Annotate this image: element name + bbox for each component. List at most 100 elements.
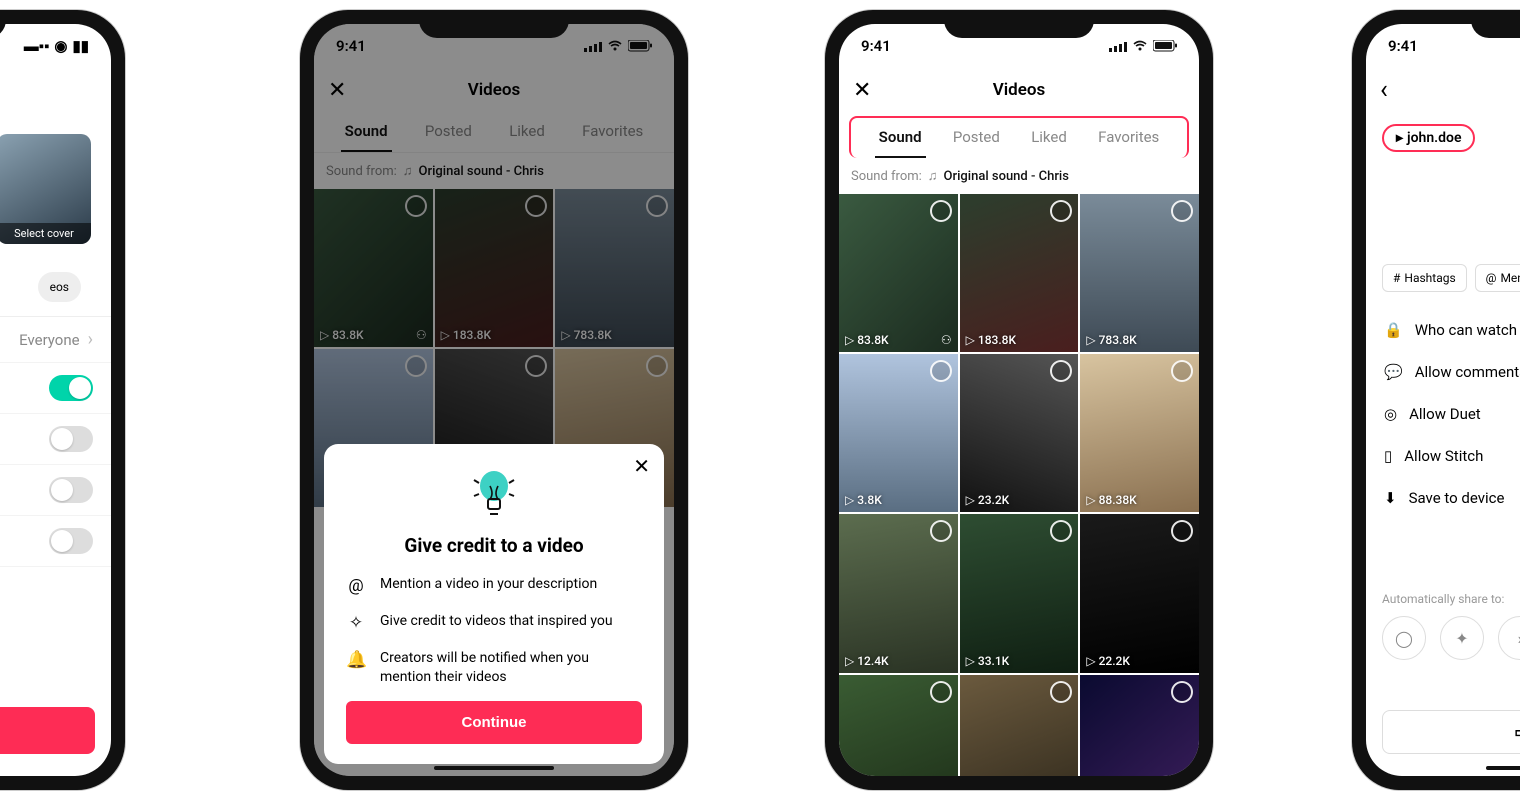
videos-chip[interactable]: eos <box>38 272 81 302</box>
video-cell[interactable]: ▷23.2K <box>960 354 1079 512</box>
sound-from-row: Sound from: ♫ Original sound - Chris <box>839 158 1199 194</box>
video-cell[interactable]: ▷783.8K <box>1080 194 1199 352</box>
duet-icon: ◎ <box>1384 405 1397 423</box>
phone-composer: ▬▪▪ ◉ ▮▮ Select cover eos o a video Ever… <box>0 10 125 790</box>
mention-icon: @ <box>346 575 366 598</box>
allow-comments-row[interactable]: 💬Allow comments <box>1366 351 1520 393</box>
drafts-icon: ▭ <box>1514 723 1520 741</box>
video-cell[interactable] <box>1080 675 1199 776</box>
close-icon[interactable]: ✕ <box>853 78 871 103</box>
continue-button[interactable]: Continue <box>346 701 642 744</box>
video-cell[interactable]: ▷22.2K <box>1080 514 1199 672</box>
sheet-line-1: Mention a video in your description <box>380 575 597 594</box>
phone-post-settings: 9:41 ‹ ▸john.doe # Hashtags @ Ment 🔒Who … <box>1352 10 1520 790</box>
stitch-icon: ▯ <box>1384 447 1392 465</box>
comment-icon: 💬 <box>1384 363 1403 381</box>
video-cell[interactable]: ▷88.38K <box>1080 354 1199 512</box>
play-icon: ▷ <box>1086 493 1095 507</box>
bell-icon: 🔔 <box>346 649 366 672</box>
music-note-icon: ♫ <box>928 168 938 184</box>
select-radio[interactable] <box>930 200 952 222</box>
signal-icon <box>1109 41 1127 52</box>
play-icon: ▷ <box>845 654 854 668</box>
battery-icon <box>1153 40 1177 52</box>
tab-sound[interactable]: Sound <box>875 118 926 158</box>
video-cell[interactable] <box>960 675 1079 776</box>
video-cell[interactable]: ▷33.1K <box>960 514 1079 672</box>
select-radio[interactable] <box>1171 681 1193 703</box>
page-title: Videos <box>993 80 1046 100</box>
play-icon: ▷ <box>966 493 975 507</box>
play-triangle-icon: ▸ <box>1396 130 1403 146</box>
select-radio[interactable] <box>1171 520 1193 542</box>
tab-favorites[interactable]: Favorites <box>1094 118 1163 158</box>
select-radio[interactable] <box>930 520 952 542</box>
select-radio[interactable] <box>1050 681 1072 703</box>
chevron-left-icon[interactable]: ‹ <box>1380 75 1388 105</box>
signal-icon: ▬▪▪ <box>24 37 50 55</box>
play-icon: ▷ <box>1086 654 1095 668</box>
toggle-row-2[interactable] <box>0 414 111 465</box>
sheet-line-2: Give credit to videos that inspired you <box>380 612 613 631</box>
share-label: Automatically share to: <box>1382 592 1504 606</box>
select-radio[interactable] <box>930 681 952 703</box>
videos-header: ✕ Videos <box>839 68 1199 112</box>
home-indicator <box>1486 766 1520 770</box>
allow-stitch-row[interactable]: ▯Allow Stitch <box>1366 435 1520 477</box>
wifi-icon <box>1132 40 1148 52</box>
phone-videos-modal: 9:41 ✕ Videos Sound Posted Liked Favorit… <box>300 10 688 790</box>
wifi-icon: ◉ <box>54 37 67 55</box>
status-bar: 9:41 <box>1366 24 1520 68</box>
status-time: 9:41 <box>1388 37 1418 55</box>
video-tabs-highlighted: Sound Posted Liked Favorites <box>849 116 1189 158</box>
cover-thumbnail[interactable]: Select cover <box>0 134 91 244</box>
toggle-off[interactable] <box>49 528 93 554</box>
toggle-off[interactable] <box>49 426 93 452</box>
video-cell[interactable]: ▷12.4K <box>839 514 958 672</box>
phone-videos-grid: 9:41 ✕ Videos Sound Posted Liked Favorit… <box>825 10 1213 790</box>
video-cell[interactable]: ▷183.8K <box>960 194 1079 352</box>
tab-posted[interactable]: Posted <box>949 118 1004 158</box>
who-can-watch-row[interactable]: 🔒Who can watch t <box>1366 309 1520 351</box>
select-radio[interactable] <box>1171 200 1193 222</box>
toggle-row-3[interactable] <box>0 465 111 516</box>
select-radio[interactable] <box>1050 520 1072 542</box>
select-radio[interactable] <box>930 360 952 382</box>
hashtags-chip[interactable]: # Hashtags <box>1382 264 1467 292</box>
toggle-row-4[interactable] <box>0 516 111 567</box>
video-cell[interactable]: ▷83.8K⚇ <box>839 194 958 352</box>
toggle-off[interactable] <box>49 477 93 503</box>
toggle-row-1[interactable] <box>0 363 111 414</box>
drafts-button[interactable]: ▭Drafts <box>1382 710 1520 754</box>
lock-icon: 🔒 <box>1384 321 1403 339</box>
tab-liked[interactable]: Liked <box>1027 118 1071 158</box>
video-cell[interactable]: ▷3.8K <box>839 354 958 512</box>
sheet-line-3: Creators will be notified when you menti… <box>380 649 642 687</box>
status-bar: ▬▪▪ ◉ ▮▮ <box>0 24 111 68</box>
play-icon: ▷ <box>845 333 854 347</box>
home-indicator <box>434 766 554 770</box>
other-share-icon[interactable]: › <box>1498 616 1520 660</box>
video-cell[interactable] <box>839 675 958 776</box>
status-time: 9:41 <box>861 37 891 55</box>
chevron-right-icon: › <box>88 329 93 350</box>
save-to-device-row[interactable]: ⬇Save to device <box>1366 477 1520 519</box>
select-radio[interactable] <box>1171 360 1193 382</box>
select-radio[interactable] <box>1050 200 1072 222</box>
credit-sheet: ✕ Give credit to a video @ Mention a vide… <box>324 444 664 764</box>
status-indicators <box>1109 40 1177 52</box>
download-icon: ⬇ <box>1384 489 1397 507</box>
stories-share-icon[interactable]: ✦ <box>1440 616 1484 660</box>
allow-duet-row[interactable]: ◎Allow Duet <box>1366 393 1520 435</box>
back-header: ‹ <box>1366 68 1520 112</box>
mention-chip-highlighted[interactable]: ▸john.doe <box>1382 124 1475 152</box>
privacy-row[interactable]: Everyone› <box>0 317 111 363</box>
post-button[interactable]: ✦ Post <box>0 707 95 754</box>
people-icon: ⚇ <box>941 333 952 347</box>
sheet-close-icon[interactable]: ✕ <box>633 454 650 478</box>
sheet-title: Give credit to a video <box>346 534 642 557</box>
select-radio[interactable] <box>1050 360 1072 382</box>
instagram-share-icon[interactable]: ◯ <box>1382 616 1426 660</box>
toggle-on[interactable] <box>49 375 93 401</box>
mentions-chip[interactable]: @ Ment <box>1475 264 1520 292</box>
